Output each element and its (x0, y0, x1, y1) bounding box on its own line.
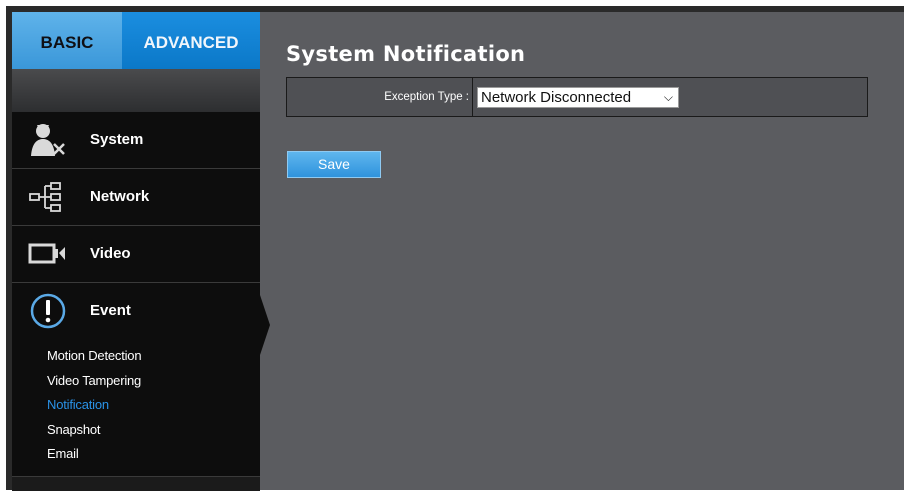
user-settings-icon (31, 124, 65, 156)
app-container: BASIC ADVANCED System Network Video Even… (12, 12, 904, 491)
exception-type-row: Exception Type : Network Disconnected ⌵ (286, 77, 868, 117)
chevron-down-icon: ⌵ (663, 90, 673, 104)
tab-advanced[interactable]: ADVANCED (122, 12, 260, 81)
submenu-item-email[interactable]: Email (47, 442, 141, 467)
sidebar-item-network[interactable]: Network (12, 169, 260, 226)
sidebar-item-system[interactable]: System (12, 112, 260, 169)
sidebar-item-event[interactable]: Event (12, 283, 260, 339)
sidebar-item-label: Video (90, 245, 131, 262)
tab-basic[interactable]: BASIC (12, 12, 122, 69)
sidebar-header-bar (12, 69, 260, 112)
sidebar-item-label: Network (90, 188, 150, 205)
sidebar-item-label: Event (90, 302, 131, 319)
mode-tabs: BASIC ADVANCED (12, 12, 260, 81)
submenu-item-notification[interactable]: Notification (47, 393, 141, 418)
exception-type-label: Exception Type : (384, 91, 469, 103)
exception-type-select[interactable]: Network Disconnected ⌵ (477, 87, 679, 108)
active-section-pointer (260, 295, 270, 355)
network-tree-icon (29, 182, 61, 212)
event-submenu: Motion Detection Video Tampering Notific… (47, 344, 142, 467)
sidebar-item-label: System (90, 131, 144, 148)
row-divider (472, 78, 473, 116)
page-title: System Notification (286, 42, 526, 66)
video-camera-icon (28, 243, 65, 264)
sidebar-item-video[interactable]: Video (12, 226, 260, 283)
submenu-item-video-tampering[interactable]: Video Tampering (47, 369, 141, 394)
submenu-item-snapshot[interactable]: Snapshot (47, 418, 141, 443)
exception-type-value: Network Disconnected (481, 89, 632, 106)
alert-icon (30, 293, 66, 329)
sidebar: BASIC ADVANCED System Network Video Even… (12, 12, 260, 491)
submenu-item-motion-detection[interactable]: Motion Detection (47, 344, 142, 369)
save-button[interactable]: Save (287, 151, 381, 178)
sidebar-footer (12, 476, 260, 491)
